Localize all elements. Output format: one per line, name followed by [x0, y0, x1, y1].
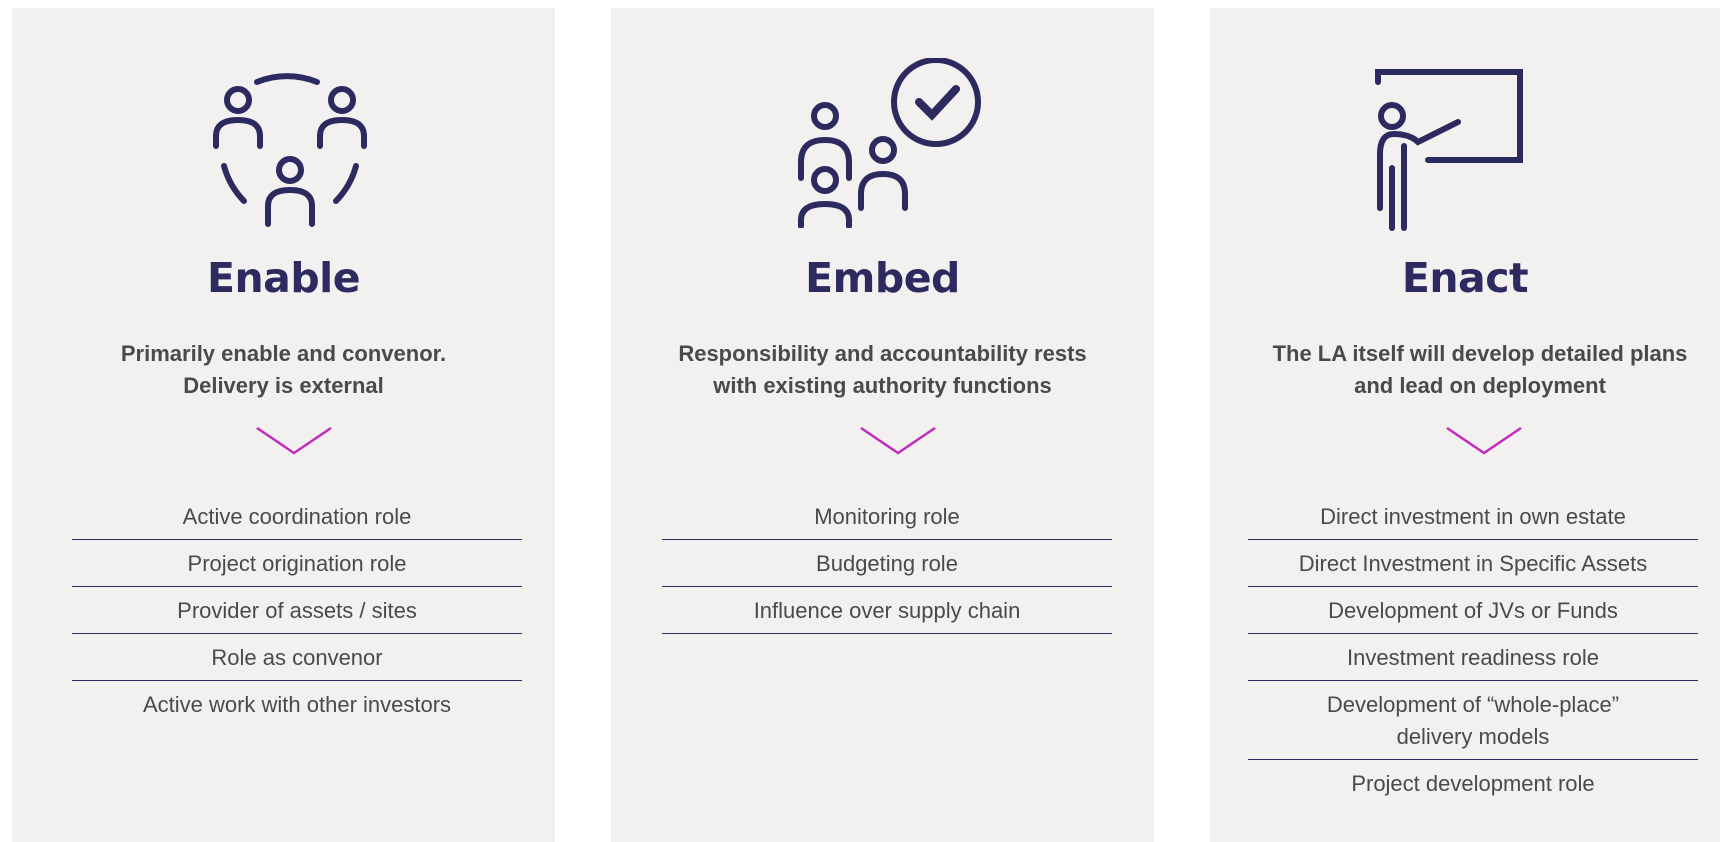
role-item: Active work with other investors [142, 692, 452, 717]
role-item: Active coordination role [72, 493, 522, 540]
column-title: Enact [1401, 254, 1529, 302]
people-check-icon [798, 58, 981, 228]
role-item: Role as convenor [72, 634, 522, 681]
column-description: The LA itself will develop detailed plan… [1240, 338, 1720, 402]
role-item: Development of JVs or Funds [1248, 587, 1698, 634]
card-embed: Embed Responsibility and accountability … [611, 8, 1154, 842]
role-item-line: delivery models [1396, 724, 1550, 749]
role-item: Provider of assets / sites [72, 587, 522, 634]
description-line: and lead on deployment [1354, 373, 1606, 398]
chevron-down-icon [860, 426, 936, 455]
role-list: Direct investment in own estate Direct I… [1248, 493, 1698, 806]
role-list: Active coordination role Project origina… [72, 493, 522, 727]
role-item: Direct investment in own estate [1248, 493, 1698, 540]
chevron-down-icon [1446, 426, 1522, 455]
column-title: Embed [805, 254, 960, 302]
column-description: Responsibility and accountability rests … [611, 338, 1154, 402]
role-item: Influence over supply chain [662, 587, 1112, 634]
column-description: Primarily enable and convenor. Delivery … [12, 338, 555, 402]
role-item: Investment readiness role [1248, 634, 1698, 681]
role-list: Monitoring role Budgeting role Influence… [662, 493, 1112, 634]
description-line: Primarily enable and convenor. [120, 341, 447, 366]
description-line: The LA itself will develop detailed plan… [1272, 341, 1688, 366]
role-item: Monitoring role [662, 493, 1112, 540]
role-item: Project origination role [72, 540, 522, 587]
role-item: Budgeting role [662, 540, 1112, 587]
chevron-down-icon [256, 426, 332, 455]
presenter-board-icon [1375, 69, 1523, 231]
description-line: Responsibility and accountability rests [678, 341, 1087, 366]
people-circle-icon [213, 73, 367, 227]
role-item: Project development role [1351, 771, 1595, 796]
description-line: Delivery is external [183, 373, 384, 398]
role-item: Direct Investment in Specific Assets [1248, 540, 1698, 587]
description-line: with existing authority functions [713, 373, 1052, 398]
role-item: Development of “whole-place” delivery mo… [1248, 681, 1698, 760]
card-enable: Enable Primarily enable and convenor. De… [12, 8, 555, 842]
role-item-line: Development of “whole-place” [1326, 692, 1620, 717]
column-title: Enable [206, 254, 361, 302]
card-enact: Enact The LA itself will develop detaile… [1210, 8, 1720, 842]
